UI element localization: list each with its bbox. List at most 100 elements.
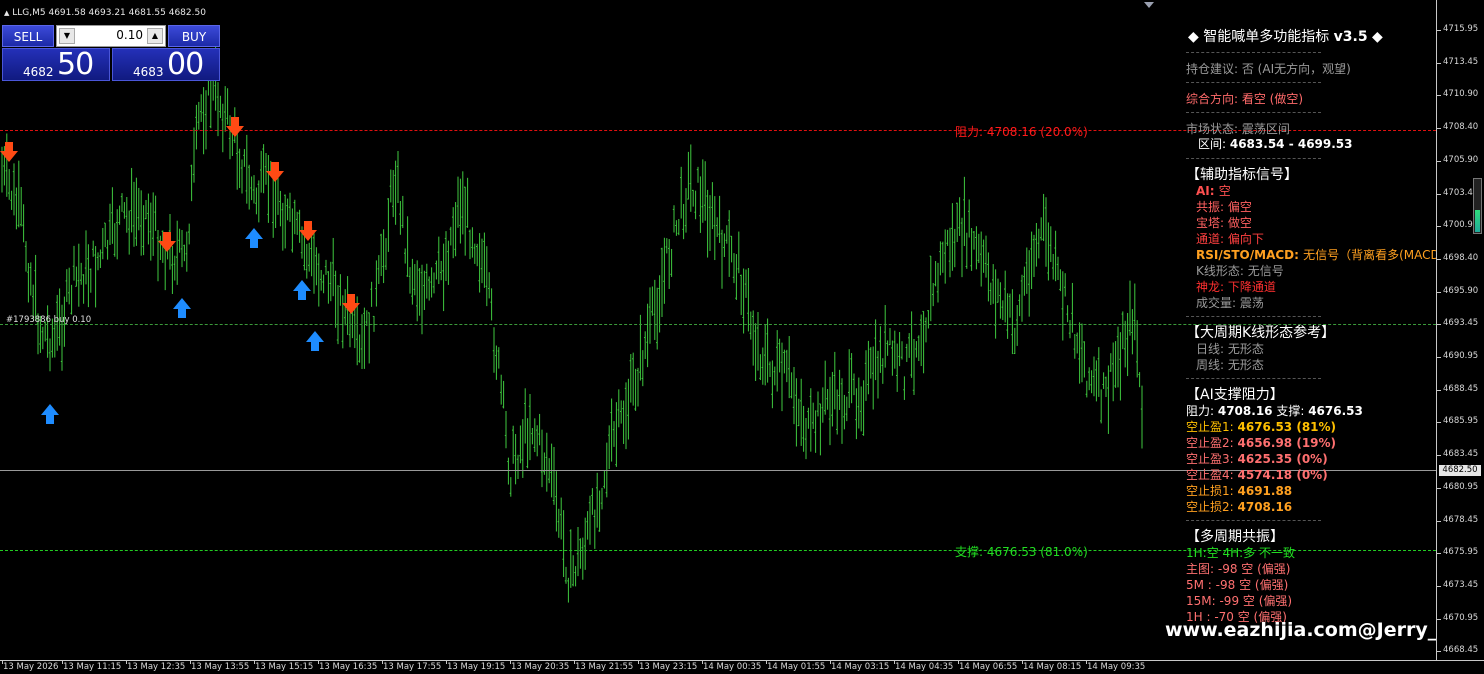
time-tick-label: 13 May 11:15 bbox=[63, 662, 122, 672]
down-arrow-icon bbox=[158, 232, 176, 252]
separator bbox=[1186, 112, 1321, 114]
price-tick-mark bbox=[1437, 357, 1441, 358]
ask-price-pips: 00 bbox=[167, 47, 204, 82]
resistance-label: 阻力: 4708.16 (20.0%) bbox=[955, 125, 1088, 139]
short-tp3: 空止盈3: 4625.35 (0%) bbox=[1186, 452, 1328, 466]
separator bbox=[1186, 52, 1321, 54]
time-tick-label: 14 May 00:35 bbox=[703, 662, 762, 672]
ask-price-prefix: 4683 bbox=[133, 65, 164, 79]
time-tick-label: 13 May 23:15 bbox=[639, 662, 698, 672]
price-tick-mark bbox=[1437, 618, 1441, 620]
multi-period-main: 主图: -98 空 (偏强) bbox=[1186, 562, 1291, 576]
price-tick-label: 4688.45 bbox=[1443, 383, 1479, 394]
price-tick-mark bbox=[1437, 553, 1441, 555]
price-tick-label: 4670.95 bbox=[1443, 612, 1479, 623]
price-tick-label: 4673.45 bbox=[1443, 579, 1479, 590]
price-tick-label: 4685.95 bbox=[1443, 416, 1479, 427]
price-tick-label: 4698.40 bbox=[1443, 252, 1479, 263]
down-arrow-icon bbox=[0, 142, 18, 162]
time-tick-label: 14 May 01:55 bbox=[767, 662, 826, 672]
aux-channel: 通道: 偏向下 bbox=[1196, 232, 1264, 246]
time-tick-label: 13 May 21:55 bbox=[575, 662, 634, 672]
aux-tower: 宝塔: 做空 bbox=[1196, 216, 1252, 230]
price-tick-label: 4690.95 bbox=[1443, 351, 1479, 361]
price-tick-mark bbox=[1437, 520, 1441, 522]
price-tick-mark bbox=[1437, 291, 1441, 293]
up-arrow-icon bbox=[293, 280, 311, 300]
range-info: 区间: 4683.54 - 4699.53 bbox=[1198, 137, 1353, 151]
up-arrow-icon bbox=[306, 331, 324, 351]
price-tick-mark bbox=[1437, 128, 1441, 130]
collapse-triangle-icon[interactable]: ▲ bbox=[4, 9, 9, 17]
separator bbox=[1186, 316, 1321, 318]
lot-decrease-button[interactable]: ▼ bbox=[59, 28, 75, 44]
aux-dragon: 神龙: 下降通道 bbox=[1196, 280, 1276, 294]
price-tick-mark bbox=[1437, 95, 1441, 97]
short-sl1: 空止损1: 4691.88 bbox=[1186, 484, 1293, 498]
separator bbox=[1186, 158, 1321, 160]
time-tick-label: 14 May 06:55 bbox=[959, 662, 1018, 672]
bid-price-pips: 50 bbox=[57, 47, 94, 82]
daily-pattern: 日线: 无形态 bbox=[1196, 342, 1264, 356]
ask-price-box[interactable]: 4683 00 bbox=[112, 47, 220, 82]
aux-kline-pattern: K线形态: 无信号 bbox=[1196, 264, 1284, 278]
aux-ai: AI: 空 bbox=[1196, 184, 1231, 198]
aux-signals-title: 【辅助指标信号】 bbox=[1186, 167, 1298, 183]
price-tick-mark bbox=[1437, 30, 1441, 31]
price-tick-mark bbox=[1437, 258, 1441, 260]
lot-size-value[interactable]: 0.10 bbox=[116, 28, 143, 42]
one-click-trading-panel: SELL ▼ 0.10 ▲ BUY 4682 50 4683 00 bbox=[2, 24, 222, 82]
indicator-title: ◆ 智能喊单多功能指标 v3.5 ◆ bbox=[1188, 29, 1383, 45]
price-tick-mark bbox=[1437, 62, 1441, 64]
down-arrow-icon bbox=[226, 117, 244, 137]
separator bbox=[1186, 82, 1321, 84]
up-arrow-icon bbox=[173, 298, 191, 318]
time-tick-label: 14 May 09:35 bbox=[1087, 662, 1146, 672]
time-axis[interactable]: 13 May 2026 13 May 11:15 13 May 12:35 13 Ma… bbox=[0, 660, 1484, 674]
time-tick-label: 13 May 19:15 bbox=[447, 662, 506, 672]
price-axis[interactable]: 4715.95 4713.45 4710.90 4708.40 4705.90 4703.… bbox=[1437, 0, 1484, 660]
price-tick-mark bbox=[1437, 389, 1441, 391]
price-tick-mark bbox=[1437, 160, 1441, 162]
price-tick-label: 4693.45 bbox=[1443, 318, 1479, 329]
chart-area[interactable]: 阻力: 4708.16 (20.0%) #1793886 buy 0.10 支撑… bbox=[0, 0, 1437, 660]
support-label: 支撑: 4676.53 (81.0%) bbox=[955, 545, 1088, 559]
price-tick-mark bbox=[1437, 324, 1441, 326]
price-tick-label: 4668.45 bbox=[1443, 645, 1479, 656]
aux-rsi-sto-macd: RSI/STO/MACD: 无信号（背离看多(MACD bbox=[1196, 248, 1437, 262]
price-tick-label: 4710.90 bbox=[1443, 89, 1479, 100]
time-tick-label: 13 May 16:35 bbox=[319, 662, 378, 672]
time-tick-label: 13 May 15:15 bbox=[255, 662, 314, 672]
price-tick-label: 4680.95 bbox=[1443, 481, 1479, 492]
time-tick-label: 13 May 17:55 bbox=[383, 662, 442, 672]
time-tick-label: 13 May 2026 bbox=[3, 662, 59, 672]
short-tp1: 空止盈1: 4676.53 (81%) bbox=[1186, 420, 1337, 434]
aux-volume: 成交量: 震荡 bbox=[1196, 296, 1264, 310]
price-tick-label: 4715.95 bbox=[1443, 24, 1479, 34]
price-tick-mark bbox=[1437, 193, 1441, 195]
down-arrow-icon bbox=[342, 294, 360, 314]
symbol-header: ▲ LLG,M5 4691.58 4693.21 4681.55 4682.50 bbox=[4, 8, 206, 18]
ai-sr-values: 阻力: 4708.16 支撑: 4676.53 bbox=[1186, 404, 1363, 418]
price-tick-label: 4708.40 bbox=[1443, 122, 1479, 133]
price-tick-label: 4705.90 bbox=[1443, 154, 1479, 165]
watermark-text: www.eazhijia.com@Jerry_8749 bbox=[1165, 619, 1437, 641]
bid-price-box[interactable]: 4682 50 bbox=[2, 47, 110, 82]
price-tick-label: 4675.95 bbox=[1443, 547, 1479, 558]
price-tick-mark bbox=[1437, 422, 1441, 424]
multi-period-5m: 5M : -98 空 (偏强) bbox=[1186, 578, 1289, 592]
chart-shift-marker[interactable] bbox=[1144, 2, 1154, 8]
sell-button[interactable]: SELL bbox=[2, 25, 54, 47]
aux-resonance: 共振: 偏空 bbox=[1196, 200, 1252, 214]
time-tick-label: 14 May 08:15 bbox=[1023, 662, 1082, 672]
up-arrow-icon bbox=[245, 228, 263, 248]
ai-sr-title: 【AI支撑阻力】 bbox=[1186, 387, 1284, 403]
price-tick-mark bbox=[1437, 585, 1441, 587]
time-tick-label: 14 May 04:35 bbox=[895, 662, 954, 672]
buy-button[interactable]: BUY bbox=[168, 25, 220, 47]
lot-increase-button[interactable]: ▲ bbox=[147, 28, 163, 44]
bid-price-prefix: 4682 bbox=[23, 65, 54, 79]
separator bbox=[1186, 378, 1321, 380]
lot-size-field[interactable]: ▼ 0.10 ▲ bbox=[56, 25, 166, 47]
multi-period-summary: 1H:空 4H:多 不一致 bbox=[1186, 546, 1296, 560]
